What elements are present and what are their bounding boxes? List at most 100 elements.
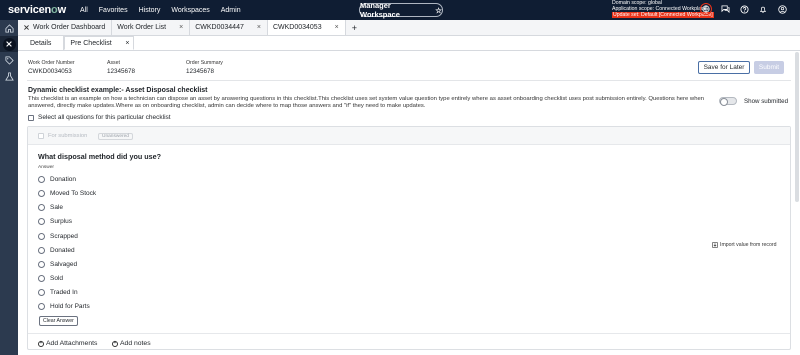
asset-field: Asset 12345678	[107, 60, 135, 75]
select-all-label: Select all questions for this particular…	[38, 114, 171, 121]
option-label: Donated	[50, 247, 75, 254]
checklist-title: Dynamic checklist example:- Asset Dispos…	[28, 87, 208, 94]
tab-cwkd0034447[interactable]: CWKD0034447 ×	[190, 20, 268, 35]
servicenow-logo[interactable]: servicenow	[0, 4, 72, 16]
tools-icon[interactable]	[0, 36, 18, 52]
option-donation[interactable]: Donation	[38, 176, 76, 183]
help-icon[interactable]	[738, 3, 750, 15]
radio[interactable]	[38, 275, 45, 282]
for-submission-label: For submission	[48, 133, 88, 139]
option-salvaged[interactable]: Salvaged	[38, 261, 77, 268]
import-value-link[interactable]: Import value from record	[712, 242, 777, 248]
tab-cwkd0034053[interactable]: CWKD0034053 ×	[267, 20, 346, 35]
tags-icon[interactable]	[0, 52, 18, 68]
card-footer-divider	[28, 333, 790, 334]
add-attachments-link[interactable]: + Add Attachments	[38, 340, 97, 347]
menu-admin[interactable]: Admin	[221, 7, 241, 14]
question-text: What disposal method did you use?	[38, 152, 161, 161]
radio[interactable]	[38, 176, 45, 183]
workspace-pill[interactable]: Manager Workspace ☆	[359, 1, 443, 19]
radio[interactable]	[38, 204, 45, 211]
tab-work-order-list[interactable]: Work Order List ×	[112, 20, 191, 35]
flask-icon[interactable]	[0, 68, 18, 84]
add-notes-link[interactable]: + Add notes	[112, 340, 151, 347]
option-hold-for-parts[interactable]: Hold for Parts	[38, 303, 90, 310]
menu-history[interactable]: History	[139, 7, 161, 14]
order-summary-label: Order Summary	[186, 60, 223, 66]
import-icon	[712, 242, 718, 248]
radio[interactable]	[38, 233, 45, 240]
clear-answer-button[interactable]: Clear Answer	[39, 316, 78, 326]
chat-icon[interactable]	[719, 3, 731, 15]
star-icon[interactable]: ☆	[435, 6, 442, 15]
tab-label: Pre Checklist	[70, 39, 112, 47]
bell-icon[interactable]	[757, 3, 769, 15]
add-attachments-label: Add Attachments	[46, 340, 98, 347]
close-icon[interactable]: ×	[125, 40, 133, 47]
add-notes-label: Add notes	[120, 340, 151, 347]
option-label: Hold for Parts	[50, 303, 90, 310]
globe-icon[interactable]	[700, 3, 712, 15]
workspace-pill-label: Manager Workspace	[360, 1, 400, 19]
option-label: Traded In	[50, 289, 78, 296]
select-all-checkbox[interactable]	[28, 114, 34, 121]
radio[interactable]	[38, 218, 45, 225]
plus-icon: +	[112, 340, 118, 347]
option-label: Surplus	[50, 218, 73, 225]
tab-work-order-dashboard[interactable]: Work Order Dashboard	[18, 20, 113, 35]
radio[interactable]	[38, 289, 45, 296]
show-submitted-label: Show submitted	[744, 98, 789, 105]
option-sale[interactable]: Sale	[38, 204, 63, 211]
option-donated[interactable]: Donated	[38, 247, 75, 254]
tab-label: CWKD0034447	[195, 24, 244, 31]
option-moved-to-stock[interactable]: Moved To Stock	[38, 190, 96, 197]
radio[interactable]	[38, 303, 45, 310]
tab-label: Work Order Dashboard	[33, 24, 106, 31]
top-nav: servicenow All Favorites History Workspa…	[0, 0, 800, 20]
for-submission-checkbox[interactable]	[38, 133, 44, 139]
option-surplus[interactable]: Surplus	[38, 218, 72, 225]
update-set-warning: Update set: Default [Connected Workplace…	[612, 12, 714, 19]
tab-label: Work Order List	[117, 24, 167, 31]
option-sold[interactable]: Sold	[38, 275, 63, 282]
left-rail	[0, 20, 18, 355]
radio[interactable]	[38, 190, 45, 197]
add-tab-button[interactable]: +	[346, 20, 363, 35]
workspace-tabs: Work Order Dashboard Work Order List × C…	[18, 20, 800, 36]
close-icon[interactable]: ×	[179, 24, 183, 31]
for-submission: For submission	[38, 133, 87, 139]
order-summary-value: 12345678	[186, 67, 215, 75]
menu-favorites[interactable]: Favorites	[99, 7, 128, 14]
nav-icons	[700, 3, 788, 15]
show-submitted-toggle[interactable]	[719, 97, 737, 106]
tab-pre-checklist[interactable]: Pre Checklist ×	[64, 36, 135, 50]
radio[interactable]	[38, 261, 45, 268]
work-order-field: Work Order Number CWKD0034053	[28, 60, 75, 75]
menu-workspaces[interactable]: Workspaces	[171, 7, 209, 14]
work-order-value: CWKD0034053	[28, 67, 72, 75]
work-order-label: Work Order Number	[28, 60, 75, 66]
question-card: For submission Unanswered What disposal …	[27, 126, 791, 350]
close-icon[interactable]: ×	[257, 24, 261, 31]
asset-label: Asset	[107, 60, 120, 66]
answer-label: Answer	[38, 165, 54, 170]
home-icon[interactable]	[0, 20, 18, 36]
menu-all[interactable]: All	[80, 7, 88, 14]
tab-details[interactable]: Details	[18, 36, 65, 50]
import-value-label: Import value from record	[720, 242, 777, 248]
option-label: Sold	[50, 275, 64, 282]
tab-label: CWKD0034053	[272, 24, 322, 31]
main-menu: All Favorites History Workspaces Admin	[80, 7, 241, 14]
user-avatar-icon[interactable]	[776, 3, 788, 15]
option-scrapped[interactable]: Scrapped	[38, 233, 78, 240]
close-icon[interactable]: ×	[335, 24, 339, 31]
wrench-icon	[24, 25, 29, 30]
option-label: Salvaged	[50, 261, 78, 268]
radio[interactable]	[38, 247, 45, 254]
order-summary-field: Order Summary 12345678	[186, 60, 223, 75]
save-for-later-button[interactable]: Save for Later	[698, 61, 750, 74]
option-traded-in[interactable]: Traded In	[38, 289, 78, 296]
submit-button[interactable]: Submit	[754, 61, 784, 74]
scrollbar[interactable]	[795, 52, 799, 202]
status-badge: Unanswered	[98, 133, 133, 140]
